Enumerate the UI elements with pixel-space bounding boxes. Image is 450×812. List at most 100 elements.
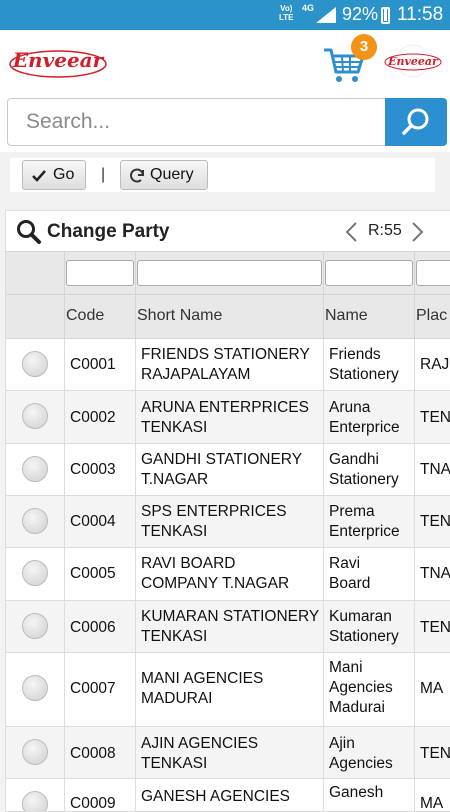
cell-code: C0004 xyxy=(70,513,116,530)
row-select-radio[interactable] xyxy=(22,675,48,701)
table-row[interactable]: C0008 AJIN AGENCIES TENKASI Ajin Agencie… xyxy=(6,727,450,779)
cell-divider xyxy=(135,601,136,652)
cell-code: C0007 xyxy=(70,680,116,697)
signal-icon xyxy=(316,7,336,23)
cell-place: TNA xyxy=(420,461,450,478)
record-count: R:55 xyxy=(368,222,402,239)
cell-short-name: FRIENDS STATIONERY RAJAPALAYAM xyxy=(141,346,310,383)
cell-divider xyxy=(64,779,65,811)
action-bar: Go | Query xyxy=(10,158,435,192)
cell-divider xyxy=(64,653,65,726)
column-divider xyxy=(135,251,136,339)
cell-name: Friends Stationery xyxy=(329,346,399,383)
cell-name: Ravi Board xyxy=(329,555,371,592)
cell-divider xyxy=(414,727,415,778)
code-filter-input[interactable] xyxy=(66,260,134,286)
cell-name: Aruna Enterprice xyxy=(329,399,400,436)
column-divider xyxy=(323,251,324,339)
column-divider xyxy=(414,251,415,339)
query-label: Query xyxy=(150,166,194,183)
go-button[interactable]: Go xyxy=(22,160,86,190)
cell-name: Ajin Agencies xyxy=(329,735,393,772)
table-row[interactable]: C0002 ARUNA ENTERPRICES TENKASI Aruna En… xyxy=(6,391,450,444)
cell-divider xyxy=(64,601,65,652)
column-header-short-name[interactable]: Short Name xyxy=(137,307,222,325)
row-select-radio[interactable] xyxy=(22,456,48,482)
clock: 11:58 xyxy=(397,4,444,25)
cell-divider xyxy=(64,727,65,778)
search-input[interactable] xyxy=(7,98,387,146)
status-bar: Vo) LTE 4G 92% 11:58 xyxy=(0,0,450,30)
cell-place: TEN xyxy=(420,619,450,636)
table-row[interactable]: C0006 KUMARAN STATIONERY TENKASI Kumaran… xyxy=(6,601,450,653)
table-header: Code Short Name Name Plac xyxy=(6,295,450,339)
query-button[interactable]: Query xyxy=(120,160,208,190)
svg-text:Enveear: Enveear xyxy=(12,48,105,72)
search-button[interactable] xyxy=(385,98,447,146)
table-row[interactable]: C0009 GANESH AGENCIES Ganesh MA xyxy=(6,779,450,812)
cell-divider xyxy=(414,779,415,811)
cell-code: C0005 xyxy=(70,565,116,582)
cell-divider xyxy=(414,496,415,547)
chevron-right-icon[interactable] xyxy=(411,221,425,243)
table-row[interactable]: C0004 SPS ENTERPRICES TENKASI Prema Ente… xyxy=(6,496,450,548)
cell-short-name: KUMARAN STATIONERY TENKASI xyxy=(141,608,320,645)
network-type: 4G xyxy=(302,3,315,13)
cell-short-name: GANESH AGENCIES xyxy=(141,788,291,805)
table-row[interactable]: C0007 MANI AGENCIES MADURAI Mani Agencie… xyxy=(6,653,450,727)
enveear-logo[interactable]: Enveear xyxy=(8,40,108,82)
cell-divider xyxy=(414,339,415,390)
cell-divider xyxy=(323,496,324,547)
battery-percent: 92% xyxy=(342,4,379,24)
row-select-radio[interactable] xyxy=(22,508,48,534)
chevron-left-icon[interactable] xyxy=(344,221,358,243)
search-bar xyxy=(0,94,450,152)
cell-divider xyxy=(323,339,324,390)
cell-divider xyxy=(414,601,415,652)
cart-count-badge: 3 xyxy=(351,34,377,60)
cell-name: Gandhi Stationery xyxy=(329,451,399,488)
cell-place: TEN xyxy=(420,745,450,762)
short-name-filter-input[interactable] xyxy=(137,260,322,286)
table-row[interactable]: C0001 FRIENDS STATIONERY RAJAPALAYAM Fri… xyxy=(6,339,450,391)
cell-name: Prema Enterprice xyxy=(329,503,400,540)
cell-divider xyxy=(135,548,136,600)
cell-divider xyxy=(323,548,324,600)
cell-code: C0002 xyxy=(70,409,116,426)
table-row[interactable]: C0005 RAVI BOARD COMPANY T.NAGAR Ravi Bo… xyxy=(6,548,450,601)
cell-divider xyxy=(64,391,65,443)
cell-code: C0001 xyxy=(70,356,116,373)
cell-code: C0006 xyxy=(70,619,116,636)
volte-indicator: Vo) LTE xyxy=(279,4,294,22)
cell-divider xyxy=(323,779,324,811)
filter-row xyxy=(6,251,450,295)
column-header-name[interactable]: Name xyxy=(325,307,368,325)
column-header-place[interactable]: Plac xyxy=(416,307,447,325)
search-icon xyxy=(402,108,429,135)
place-filter-input[interactable] xyxy=(416,260,450,286)
row-select-radio[interactable] xyxy=(22,791,48,811)
cell-divider xyxy=(414,548,415,600)
cell-divider xyxy=(64,548,65,600)
row-select-radio[interactable] xyxy=(22,351,48,377)
cell-place: MA xyxy=(420,795,444,812)
name-filter-input[interactable] xyxy=(325,260,413,286)
row-select-radio[interactable] xyxy=(22,613,48,639)
cell-divider xyxy=(323,653,324,726)
battery-icon xyxy=(381,7,390,24)
row-select-radio[interactable] xyxy=(22,739,48,765)
cell-divider xyxy=(135,496,136,547)
row-select-radio[interactable] xyxy=(22,403,48,429)
refresh-icon xyxy=(130,168,144,183)
go-label: Go xyxy=(53,166,75,183)
cell-divider xyxy=(64,444,65,495)
table-row[interactable]: C0003 GANDHI STATIONERY T.NAGAR Gandhi S… xyxy=(6,444,450,496)
column-header-code[interactable]: Code xyxy=(66,307,104,325)
cell-short-name: GANDHI STATIONERY T.NAGAR xyxy=(141,451,303,488)
cell-divider xyxy=(323,391,324,443)
row-select-radio[interactable] xyxy=(22,560,48,586)
cell-place: RAJ xyxy=(420,356,450,373)
cell-divider xyxy=(414,391,415,443)
search-icon xyxy=(17,220,41,244)
cell-divider xyxy=(135,391,136,443)
